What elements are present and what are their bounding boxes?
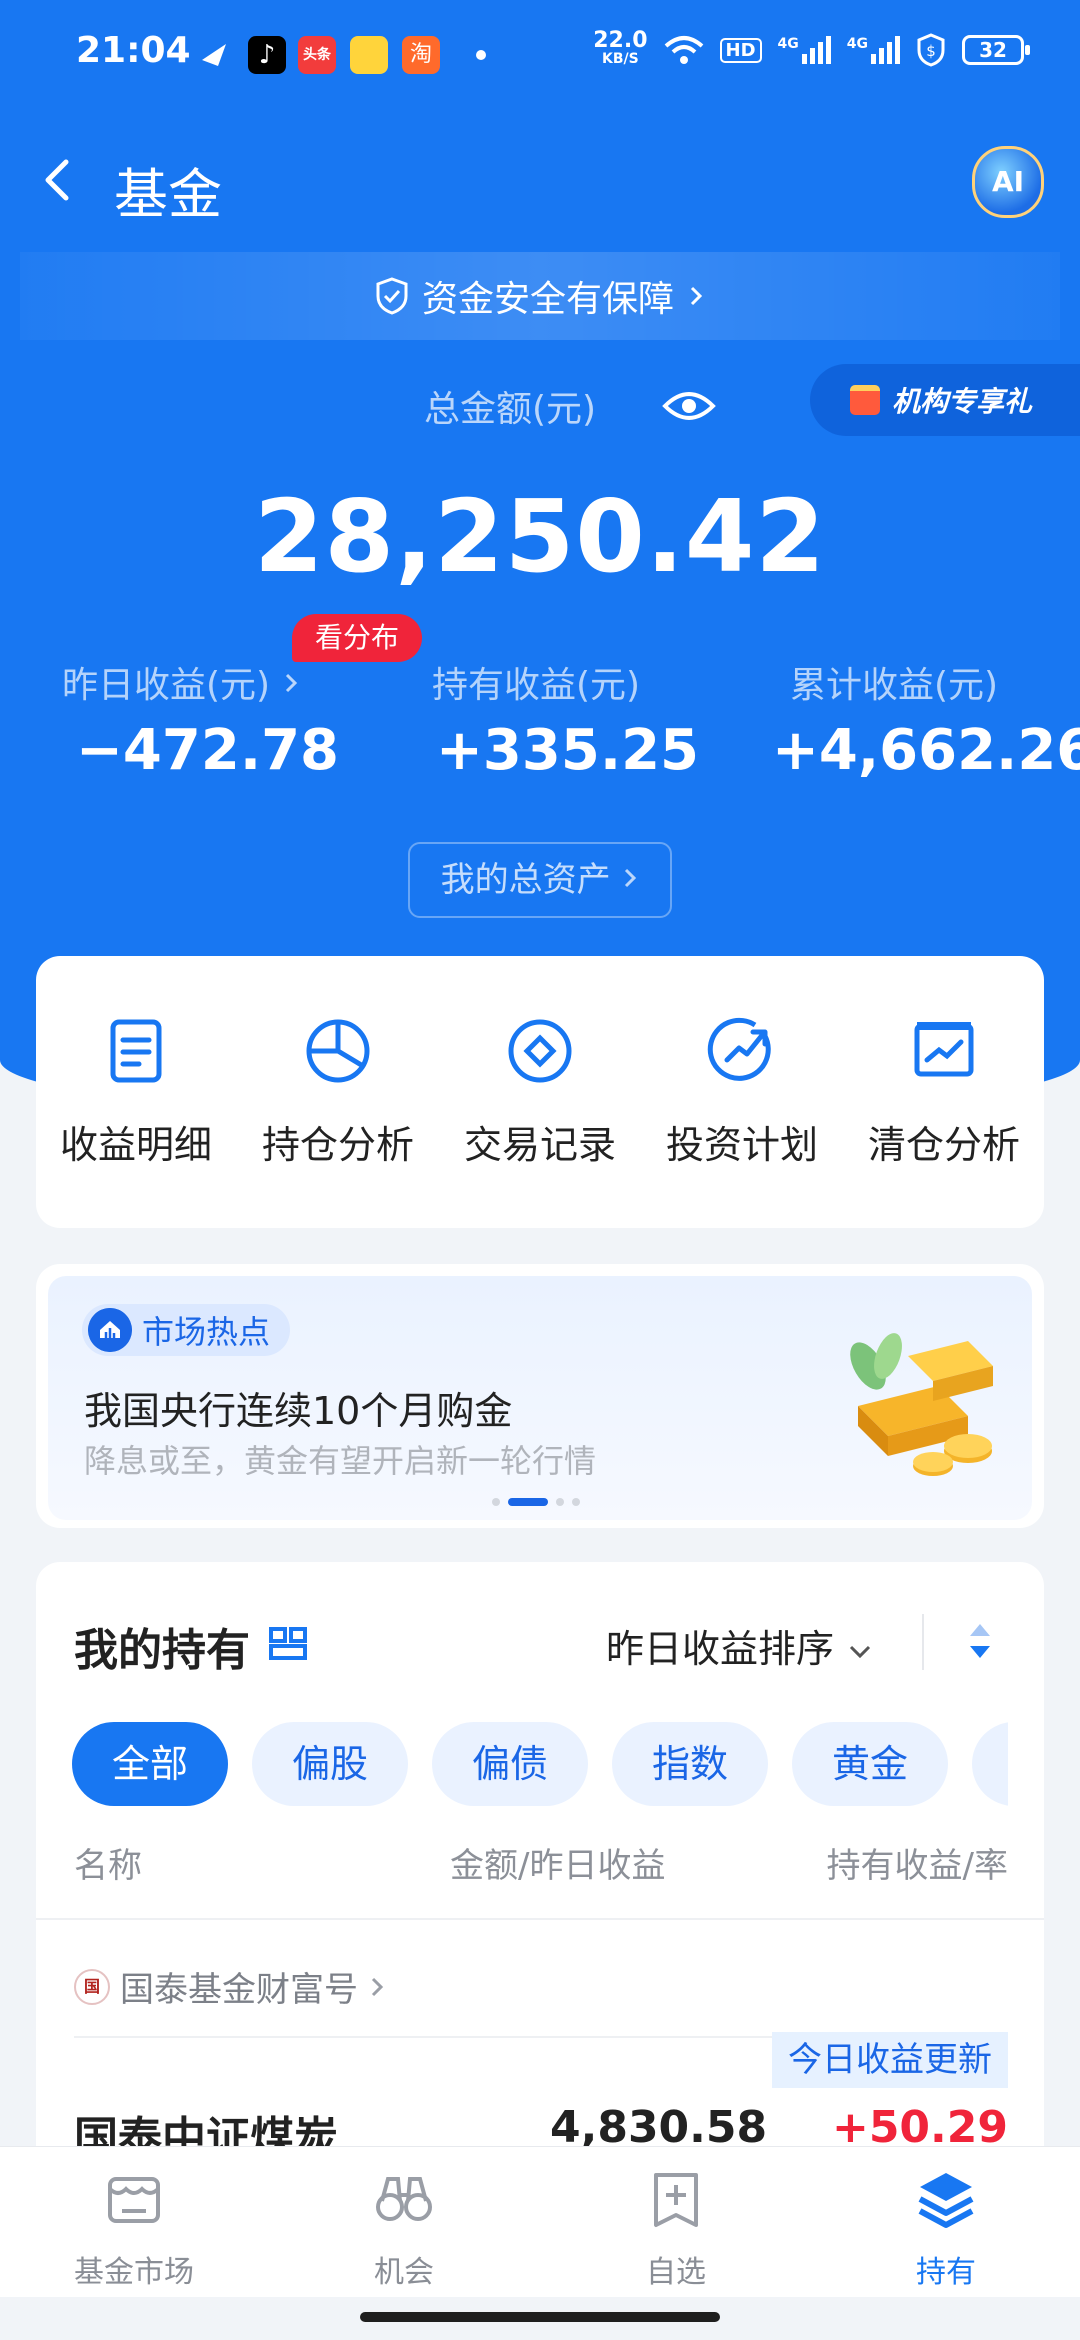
tab-fund-market[interactable]: 基金市场 xyxy=(34,2167,234,2291)
toutiao-icon: 头条 xyxy=(298,36,336,74)
back-arrow-icon[interactable] xyxy=(30,150,90,210)
shortcut-transaction-record[interactable]: 交易记录 xyxy=(440,1016,640,1169)
status-time: 21:04 xyxy=(76,30,191,71)
chevron-right-icon xyxy=(625,868,637,888)
signal-icon-1: 4G xyxy=(778,36,831,64)
carousel-dot xyxy=(492,1498,500,1506)
today-update-badge: 今日收益更新 xyxy=(772,2032,1008,2088)
eye-icon[interactable] xyxy=(662,386,716,426)
dot-icon xyxy=(476,50,486,60)
grid-view-icon[interactable] xyxy=(268,1624,308,1664)
gold-bars-illustration xyxy=(850,1333,993,1476)
filter-chip-bond[interactable]: 偏债 xyxy=(432,1722,588,1806)
home-indicator[interactable] xyxy=(360,2312,720,2322)
battery-icon: 32 xyxy=(962,35,1030,65)
shield-check-icon xyxy=(376,277,408,315)
filter-chip-equity[interactable]: 偏股 xyxy=(252,1722,408,1806)
filter-chip-index[interactable]: 指数 xyxy=(612,1722,768,1806)
chevron-right-icon xyxy=(371,1977,384,1996)
divider xyxy=(36,1918,1044,1920)
market-hot-banner[interactable]: 市场热点 我国央行连续10个月购金 降息或至，黄金有望开启新一轮行情 xyxy=(48,1276,1032,1520)
shortcut-position-analysis[interactable]: 持仓分析 xyxy=(238,1016,438,1169)
filter-chip-more[interactable] xyxy=(972,1722,1008,1806)
shortcut-profit-detail[interactable]: 收益明细 xyxy=(36,1016,236,1169)
guotai-logo-icon: 国 xyxy=(74,1968,110,2005)
wifi-icon xyxy=(664,36,703,64)
layers-icon xyxy=(918,2173,974,2228)
total-assets-button[interactable]: 我的总资产 xyxy=(408,842,672,918)
trend-up-icon xyxy=(707,1017,771,1081)
yesterday-profit-value: −472.78 xyxy=(76,718,340,783)
diamond-circle-icon xyxy=(508,1019,572,1083)
market-hot-title: 我国央行连续10个月购金 xyxy=(84,1389,513,1433)
bottom-tab-bar: 基金市场 机会 自选 持有 xyxy=(0,2146,1080,2297)
total-amount-label: 总金额(元) xyxy=(423,389,597,430)
pie-chart-icon xyxy=(306,1019,370,1083)
holding-profit-label: 持有收益(元) xyxy=(432,665,641,706)
tab-watchlist[interactable]: 自选 xyxy=(576,2167,776,2291)
line-chart-icon xyxy=(914,1022,974,1077)
status-icons: 22.0 KB/S HD 4G 4G $ 32 xyxy=(593,28,1030,68)
chevron-right-icon xyxy=(285,673,297,693)
status-bar: 21:04 ♪ 头条 淘 22.0 KB/S HD 4G 4G $ 32 xyxy=(0,0,1080,110)
house-chart-icon xyxy=(88,1308,132,1352)
add-bookmark-icon xyxy=(654,2173,698,2227)
column-header-name: 名称 xyxy=(74,1846,142,1886)
hd-icon: HD xyxy=(719,37,762,63)
yesterday-profit-label[interactable]: 昨日收益(元) xyxy=(62,656,300,708)
market-icon xyxy=(108,2177,160,2223)
ai-assistant-button[interactable]: AI xyxy=(972,146,1044,218)
holdings-card: 我的持有 昨日收益排序 全部 偏股 偏债 指数 黄金 名称 金额/昨日收益 持有… xyxy=(36,1562,1044,2202)
carousel-dot xyxy=(556,1498,564,1506)
filter-chip-gold[interactable]: 黄金 xyxy=(792,1722,948,1806)
shortcuts-card: 收益明细 持仓分析 交易记录 投资计划 清仓分析 xyxy=(36,956,1044,1228)
tab-opportunity[interactable]: 机会 xyxy=(304,2167,504,2291)
market-hot-card[interactable]: 市场热点 我国央行连续10个月购金 降息或至，黄金有望开启新一轮行情 xyxy=(36,1264,1044,1528)
market-hot-tag: 市场热点 xyxy=(82,1304,291,1356)
shortcut-clearance-analysis[interactable]: 清仓分析 xyxy=(844,1016,1044,1169)
divider xyxy=(922,1614,924,1670)
taobao-icon: 淘 xyxy=(402,36,440,74)
cumulative-profit-value: +4,662.26 xyxy=(772,718,1080,783)
sort-dropdown[interactable]: 昨日收益排序 xyxy=(606,1618,874,1673)
binoculars-icon xyxy=(376,2177,432,2221)
feishu-icon xyxy=(202,44,226,66)
signal-icon-2: 4G xyxy=(847,36,900,64)
carousel-dot xyxy=(572,1498,580,1506)
filter-chips: 全部 偏股 偏债 指数 黄金 xyxy=(72,1722,1008,1806)
column-header-profit: 持有收益/率 xyxy=(826,1846,1008,1886)
sort-toggle-icon[interactable] xyxy=(966,1614,994,1670)
column-header-amount: 金额/昨日收益 xyxy=(450,1846,666,1886)
shield-dollar-icon: $ xyxy=(917,33,945,67)
total-amount: 28,250.42 xyxy=(253,478,827,595)
distribution-badge[interactable]: 看分布 xyxy=(292,614,422,662)
safety-banner[interactable]: 资金安全有保障 xyxy=(20,252,1060,340)
carousel-dot-active xyxy=(508,1498,548,1506)
safety-banner-text: 资金安全有保障 xyxy=(421,279,674,320)
chevron-right-icon xyxy=(690,286,703,306)
net-speed: 22.0 KB/S xyxy=(593,28,648,68)
tab-holdings[interactable]: 持有 xyxy=(846,2167,1046,2291)
shortcut-investment-plan[interactable]: 投资计划 xyxy=(642,1016,842,1169)
cumulative-profit-label: 累计收益(元) xyxy=(790,665,999,706)
chevron-down-icon xyxy=(850,1645,871,1659)
page-title: 基金 xyxy=(114,163,222,226)
app-icon xyxy=(350,36,388,74)
market-hot-subtitle: 降息或至，黄金有望开启新一轮行情 xyxy=(84,1442,597,1480)
document-icon xyxy=(110,1019,162,1083)
holding-profit-value: +335.25 xyxy=(436,718,700,783)
svg-text:$: $ xyxy=(926,42,936,60)
tiktok-icon: ♪ xyxy=(248,36,286,74)
filter-chip-all[interactable]: 全部 xyxy=(72,1722,228,1806)
carousel-indicator xyxy=(492,1498,580,1506)
company-link[interactable]: 国 国泰基金财富号 xyxy=(74,1962,386,2011)
nav-bar: 基金 AI xyxy=(0,120,1080,240)
holdings-title: 我的持有 xyxy=(74,1625,250,1676)
